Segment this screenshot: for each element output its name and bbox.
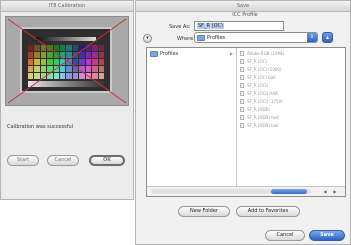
file-name: SF_R (OCI) AAB — [247, 91, 278, 96]
save-dialog: Save ICC Profile Save As: SF_R (OC) ▾ Wh… — [135, 0, 351, 245]
document-icon — [240, 107, 244, 112]
start-button[interactable]: Start — [7, 155, 39, 166]
save-as-value: SF_R (OC) — [197, 23, 224, 29]
file-browser[interactable]: Profiles ▶ Adobe RGB (1998) SF_R (OC) SF… — [146, 47, 346, 197]
document-icon — [240, 91, 244, 96]
browser-column-1: Profiles ▶ — [147, 48, 237, 186]
list-item[interactable]: Adobe RGB (1998) — [240, 50, 320, 58]
horizontal-scrollbar[interactable]: ◀ ▶ — [147, 186, 345, 196]
folder-icon — [150, 51, 158, 57]
file-name: SF_R (OC) — [247, 59, 267, 64]
chevron-updown-icon: ⇕ — [307, 33, 317, 42]
add-to-favorites-button[interactable]: Add to Favorites — [236, 206, 300, 217]
document-icon — [240, 99, 244, 104]
save-as-field[interactable]: SF_R (OC) — [194, 21, 284, 31]
folder-icon — [197, 35, 205, 41]
file-name: SF_R (OCI) — [247, 83, 269, 88]
sidebar-item-profiles[interactable]: Profiles ▶ — [148, 50, 235, 59]
save-as-label: Save As: — [169, 24, 191, 30]
file-name: SF_R (HDR) test — [247, 115, 279, 120]
document-icon — [240, 51, 244, 56]
crop-crosshair-overlay[interactable] — [6, 17, 128, 105]
file-name: Adobe RGB (1998) — [247, 51, 285, 56]
where-value: Profiles — [207, 35, 226, 41]
list-item[interactable]: SF_R (OCI) AAB — [240, 90, 320, 98]
where-popup[interactable]: Profiles ⇕ — [194, 32, 318, 43]
calibration-cancel-button[interactable]: Cancel — [47, 155, 79, 166]
document-icon — [240, 83, 244, 88]
list-item[interactable]: SF_R (OCI) (1750) — [240, 98, 320, 106]
new-folder-button[interactable]: New Folder — [178, 206, 230, 217]
calibration-status-message: Calibration was successful — [7, 124, 74, 130]
list-item[interactable]: SF_R (OC) ball — [240, 74, 320, 82]
document-icon — [240, 75, 244, 80]
document-icon — [240, 123, 244, 128]
document-icon — [240, 115, 244, 120]
ok-button[interactable]: OK — [89, 155, 125, 166]
scrollbar-thumb[interactable] — [271, 189, 307, 194]
where-label: Where: — [177, 36, 195, 42]
list-item[interactable]: SF_R (OCI) — [240, 82, 320, 90]
list-item[interactable]: SF_R (HDR) — [240, 106, 320, 114]
scroll-right-arrow-icon[interactable]: ▶ — [331, 187, 339, 196]
calibration-window-title: IT8 Calibration — [1, 1, 133, 12]
save-button[interactable]: Save — [309, 230, 345, 241]
file-name: SF_R (HDR) — [247, 107, 270, 112]
list-item[interactable]: SF_R (OC) — [240, 58, 320, 66]
document-icon — [240, 59, 244, 64]
cancel-button[interactable]: Cancel — [265, 230, 305, 241]
chevron-right-icon: ▶ — [229, 51, 233, 56]
list-item[interactable]: SF_R (HDR) test — [240, 114, 320, 122]
document-icon — [240, 67, 244, 72]
scan-preview — [5, 16, 129, 106]
scroll-left-arrow-icon[interactable]: ◀ — [321, 187, 329, 196]
list-item[interactable]: SF_R (HDR) ball — [240, 122, 320, 130]
file-name: SF_R (OC) ball — [247, 75, 276, 80]
file-name: SF_R (OCI) (1750) — [247, 99, 283, 104]
disclosure-toggle-icon[interactable]: ▾ — [143, 34, 152, 43]
browser-column-2: Adobe RGB (1998) SF_R (OC) SF_R (OC) (10… — [240, 50, 320, 130]
file-name: SF_R (OC) (1000) — [247, 67, 282, 72]
file-name: SF_R (HDR) ball — [247, 123, 279, 128]
expand-browser-button[interactable]: ▴ — [322, 32, 333, 43]
dialog-header: ICC Profile — [232, 12, 258, 18]
calibration-window: IT8 Calibration Calibration was successf… — [0, 0, 134, 200]
list-item[interactable]: SF_R (OC) (1000) — [240, 66, 320, 74]
save-dialog-title: Save — [136, 1, 350, 12]
sidebar-item-label: Profiles — [160, 51, 179, 57]
